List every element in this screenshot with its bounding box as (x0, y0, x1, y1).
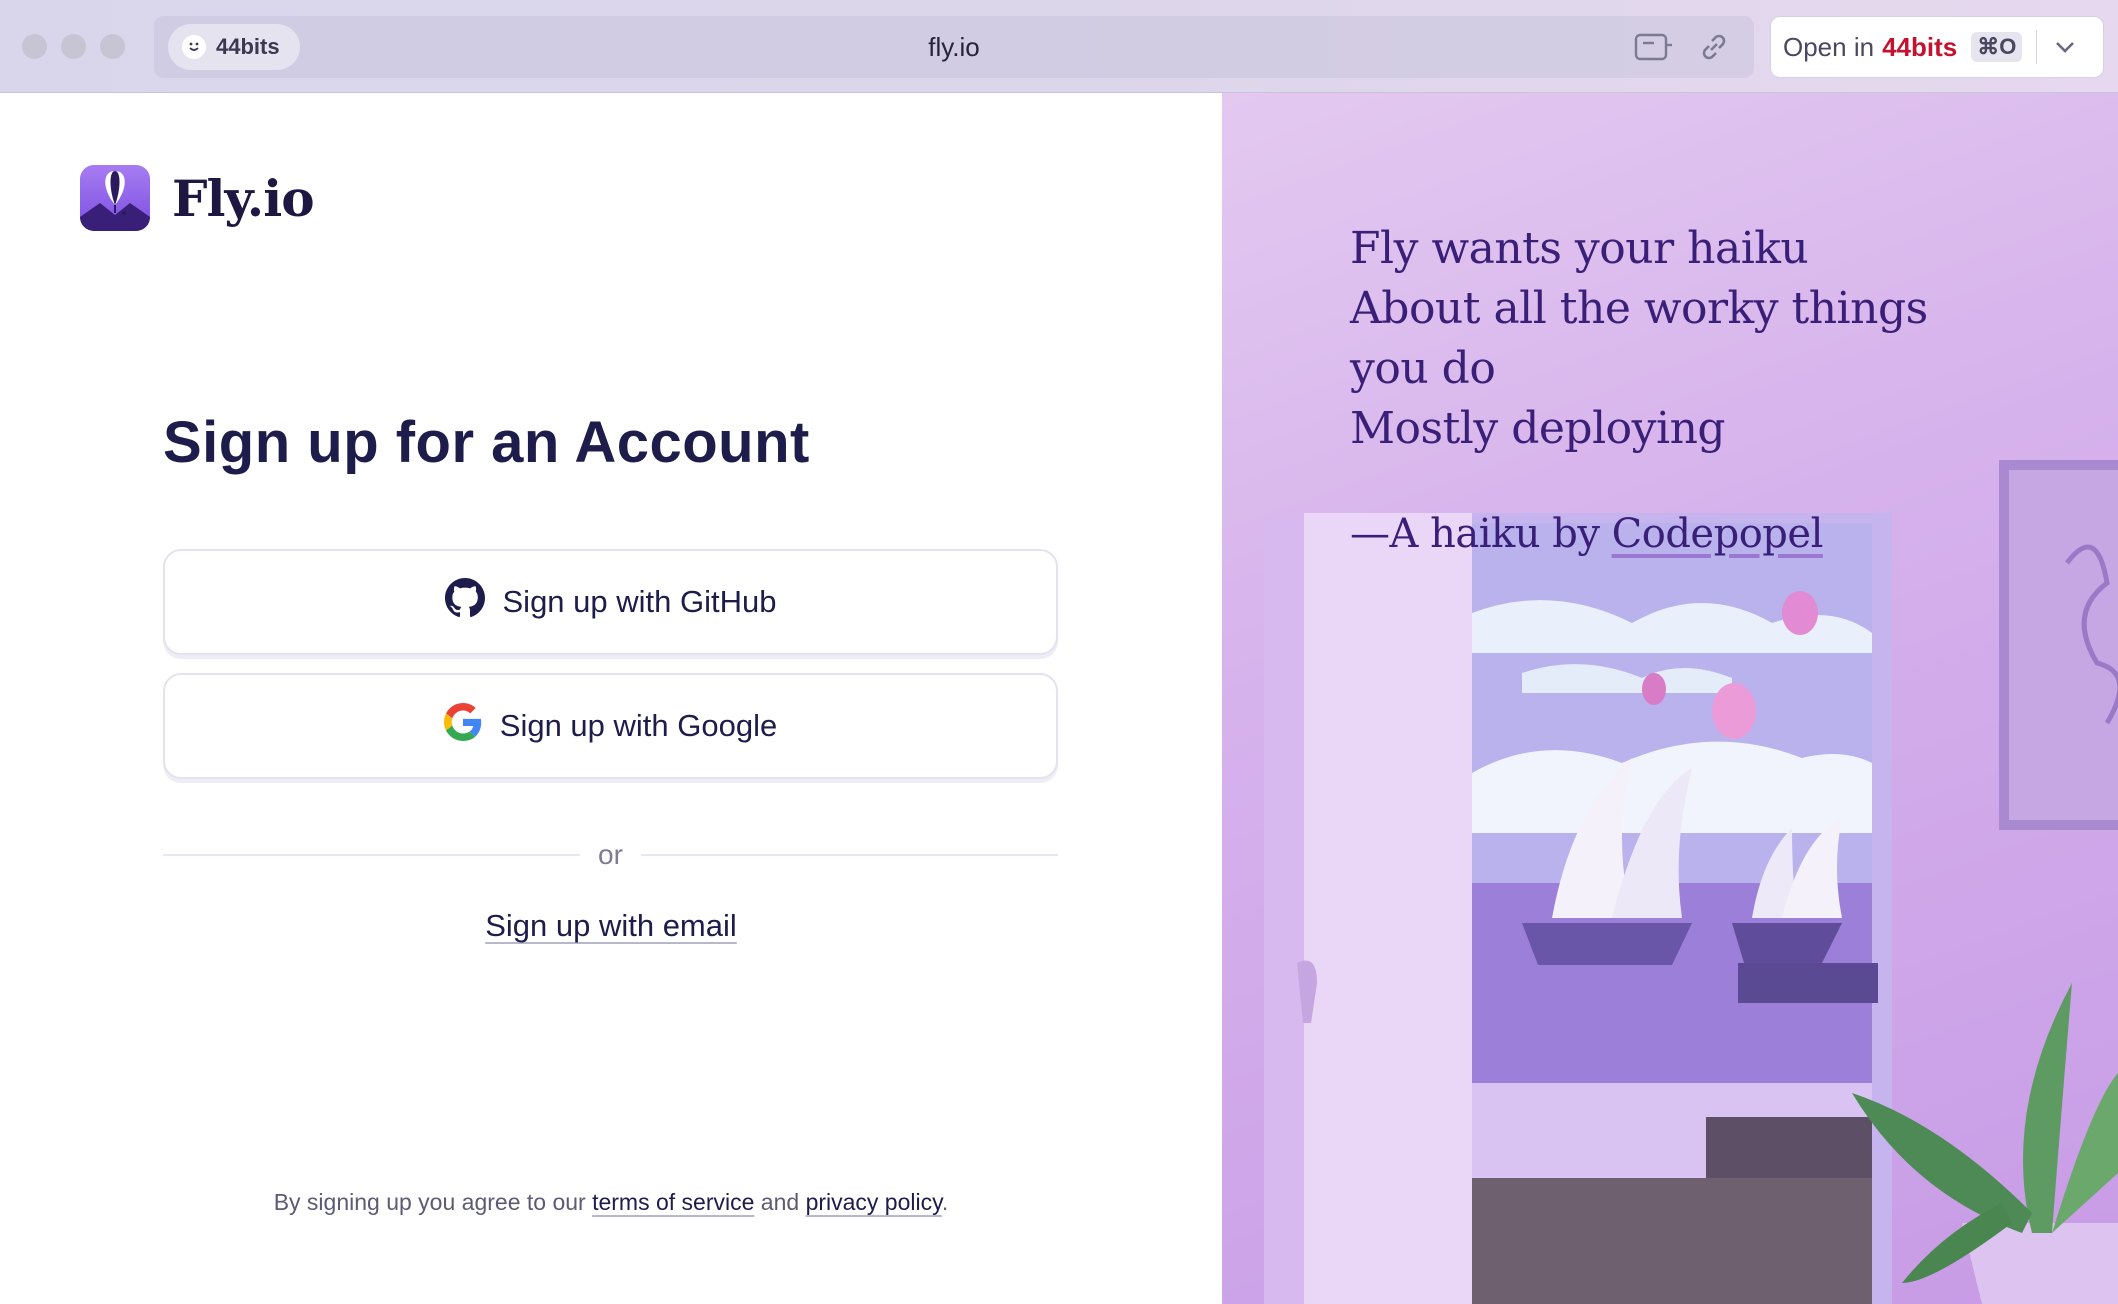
terms-of-service-link[interactable]: terms of service (592, 1189, 754, 1215)
haiku-attribution: —A haiku by Codepopel (1350, 511, 1823, 557)
url-text[interactable]: fly.io (928, 32, 980, 62)
profile-label: 44bits (216, 34, 280, 59)
email-signup-link[interactable]: Sign up with email (485, 908, 737, 943)
haiku-line-4: Mostly deploying (1350, 403, 1726, 454)
legal-suffix: . (941, 1189, 949, 1215)
legal-middle: and (760, 1189, 800, 1215)
legal-notice: By signing up you agree to our terms of … (0, 1189, 1222, 1216)
signup-pane: Fly.io Sign up for an Account Sign up wi… (0, 93, 1222, 1304)
open-in-prefix: Open in (1783, 31, 1875, 62)
window-view-icon (1472, 513, 1892, 1304)
google-signup-label: Sign up with Google (499, 708, 778, 743)
haiku-text: Fly wants your haiku About all the worky… (1350, 219, 1928, 459)
haiku-line-2: About all the worky things (1350, 283, 1928, 334)
window-zoom-button[interactable] (100, 34, 125, 59)
haiku-author-link[interactable]: Codepopel (1612, 511, 1824, 557)
haiku-line-1: Fly wants your haiku (1350, 223, 1809, 274)
address-bar[interactable]: 44bits fly.io (154, 16, 1754, 78)
haiku-illustration-pane: Fly wants your haiku About all the worky… (1222, 93, 2118, 1304)
github-signup-label: Sign up with GitHub (502, 584, 777, 619)
page-title: Sign up for an Account (163, 410, 810, 475)
email-signup-row: Sign up with email (0, 908, 1222, 944)
smile-icon (182, 35, 206, 59)
brand-logo[interactable]: Fly.io (80, 165, 315, 231)
window-minimize-button[interactable] (61, 34, 86, 59)
browser-toolbar: 44bits fly.io Open in 44bits ⌘O (0, 0, 2118, 93)
brand-name: Fly.io (172, 168, 315, 228)
google-signup-button[interactable]: Sign up with Google (163, 673, 1058, 779)
attribution-prefix: —A haiku by (1350, 511, 1600, 557)
open-in-app-name: 44bits (1882, 31, 1958, 62)
open-in-separator (2036, 30, 2038, 64)
divider-line-right (640, 854, 1058, 856)
reader-icon[interactable] (1634, 30, 1674, 64)
link-icon[interactable] (1694, 30, 1734, 64)
fly-balloon-icon (80, 165, 150, 231)
picture-frame-icon (1999, 460, 2118, 830)
window-close-button[interactable] (22, 34, 47, 59)
haiku-line-3: you do (1350, 343, 1496, 394)
github-signup-button[interactable]: Sign up with GitHub (163, 549, 1058, 655)
open-in-shortcut: ⌘O (1971, 32, 2023, 62)
google-icon (443, 703, 482, 749)
chevron-down-icon[interactable] (2051, 33, 2079, 61)
or-divider: or (163, 835, 1058, 875)
privacy-policy-link[interactable]: privacy policy (806, 1189, 942, 1215)
legal-prefix: By signing up you agree to our (273, 1189, 586, 1215)
open-in-app-button[interactable]: Open in 44bits ⌘O (1770, 16, 2104, 78)
github-icon (444, 578, 485, 626)
profile-pill[interactable]: 44bits (168, 24, 300, 70)
divider-line-left (163, 854, 581, 856)
or-label: or (598, 839, 623, 870)
